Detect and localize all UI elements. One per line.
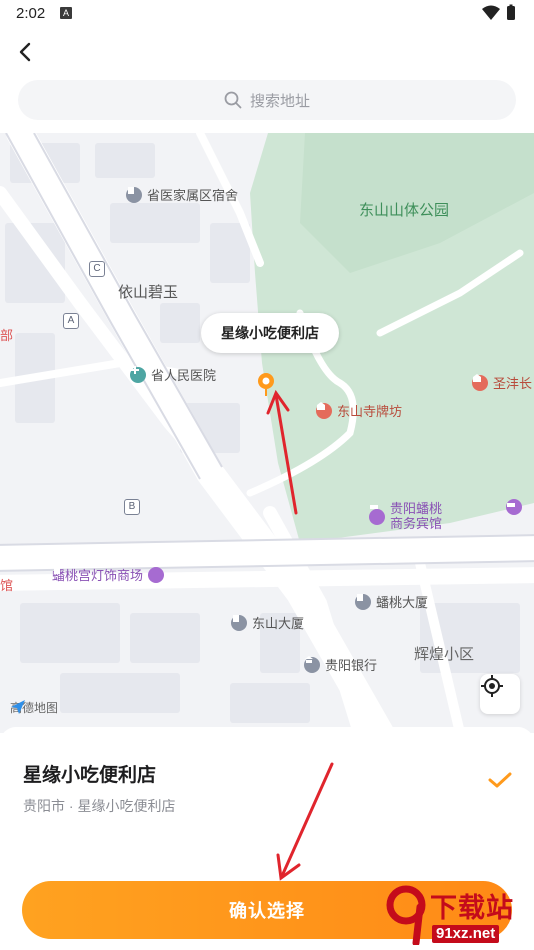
map-view[interactable]: 东山山体公园 依山碧玉 辉煌小区 部 馆 省医家属区宿舍 省人民医院 东山寺牌坊…	[0, 133, 534, 733]
watermark-text: 下载站	[430, 893, 514, 923]
edge-fragment-guan: 馆	[0, 578, 14, 593]
location-pin-icon	[258, 373, 274, 396]
amap-logo-icon	[11, 700, 25, 714]
poi-dongshan-building-label: 东山大厦	[252, 616, 305, 631]
selected-place-name: 星缘小吃便利店	[23, 765, 157, 786]
poi-hotel-edge[interactable]	[506, 499, 522, 515]
metro-exit-c: C	[89, 261, 105, 277]
shopping-icon	[54, 566, 165, 583]
poi-hotel[interactable]: 贵阳蟠桃 商务宾馆	[369, 501, 442, 531]
poi-hospital[interactable]: 省人民医院	[130, 365, 216, 384]
building-icon	[355, 593, 371, 610]
poi-lantern-mall[interactable]: 蟠桃宫灯饰商场	[52, 565, 165, 584]
poi-hospital-label: 省人民医院	[151, 368, 217, 383]
crosshair-icon	[481, 675, 503, 697]
status-icons	[482, 4, 515, 20]
poi-hotel-label-line2: 商务宾馆	[390, 516, 443, 531]
location-callout: 星缘小吃便利店	[201, 313, 339, 353]
poi-dormitory-label: 省医家属区宿舍	[147, 188, 239, 203]
locate-me-button[interactable]	[480, 674, 520, 714]
status-bar: 2:02 A	[0, 0, 534, 28]
poi-temple-gate[interactable]: 东山寺牌坊	[316, 401, 402, 420]
poi-hotel-label-line1: 贵阳蟠桃	[390, 501, 443, 516]
area-label-yishan: 依山碧玉	[118, 284, 179, 301]
hotel-icon	[506, 499, 522, 515]
poi-lantern-mall-label: 蟠桃宫灯饰商场	[52, 568, 144, 583]
map-brand: 高德地图	[10, 699, 58, 716]
edge-fragment-bu: 部	[0, 328, 14, 343]
building-icon	[126, 186, 142, 203]
check-icon	[488, 772, 512, 788]
metro-exit-a: A	[63, 313, 79, 329]
search-placeholder: 搜索地址	[249, 92, 310, 110]
poi-pantao-building[interactable]: 蟠桃大厦	[355, 592, 428, 611]
search-icon	[224, 91, 242, 109]
notification-icon: A	[60, 7, 72, 19]
poi-pantao-building-label: 蟠桃大厦	[376, 595, 429, 610]
back-button[interactable]	[10, 36, 42, 68]
poi-temple-gate-label: 东山寺牌坊	[337, 404, 403, 419]
battery-icon	[507, 6, 515, 20]
watermark-logo-icon	[386, 885, 426, 945]
watermark-url: 91xz.net	[432, 925, 500, 943]
poi-bank[interactable]: 贵阳银行	[304, 655, 377, 674]
poi-dormitory[interactable]: 省医家属区宿舍	[126, 185, 238, 204]
wifi-icon	[482, 5, 500, 20]
poi-shengfeng[interactable]: 圣沣长	[472, 373, 532, 392]
watermark: 下载站 91xz.net	[386, 885, 532, 947]
poi-dongshan-building[interactable]: 东山大厦	[231, 613, 304, 632]
search-input[interactable]: 搜索地址	[18, 80, 516, 120]
landmark-icon	[472, 374, 488, 391]
landmark-icon	[316, 402, 332, 419]
selected-place-address: 贵阳市 · 星缘小吃便利店	[23, 798, 176, 814]
hospital-icon	[130, 366, 146, 383]
building-icon	[231, 614, 247, 631]
park-label: 东山山体公园	[359, 202, 450, 219]
back-arrow-icon	[19, 42, 31, 62]
poi-shengfeng-label: 圣沣长	[493, 376, 533, 391]
status-time: 2:02	[16, 5, 46, 22]
area-label-huihuang: 辉煌小区	[414, 646, 475, 663]
metro-exit-b: B	[124, 499, 140, 515]
hotel-icon	[369, 505, 385, 525]
poi-bank-label: 贵阳银行	[325, 658, 378, 673]
bank-icon	[304, 656, 320, 673]
